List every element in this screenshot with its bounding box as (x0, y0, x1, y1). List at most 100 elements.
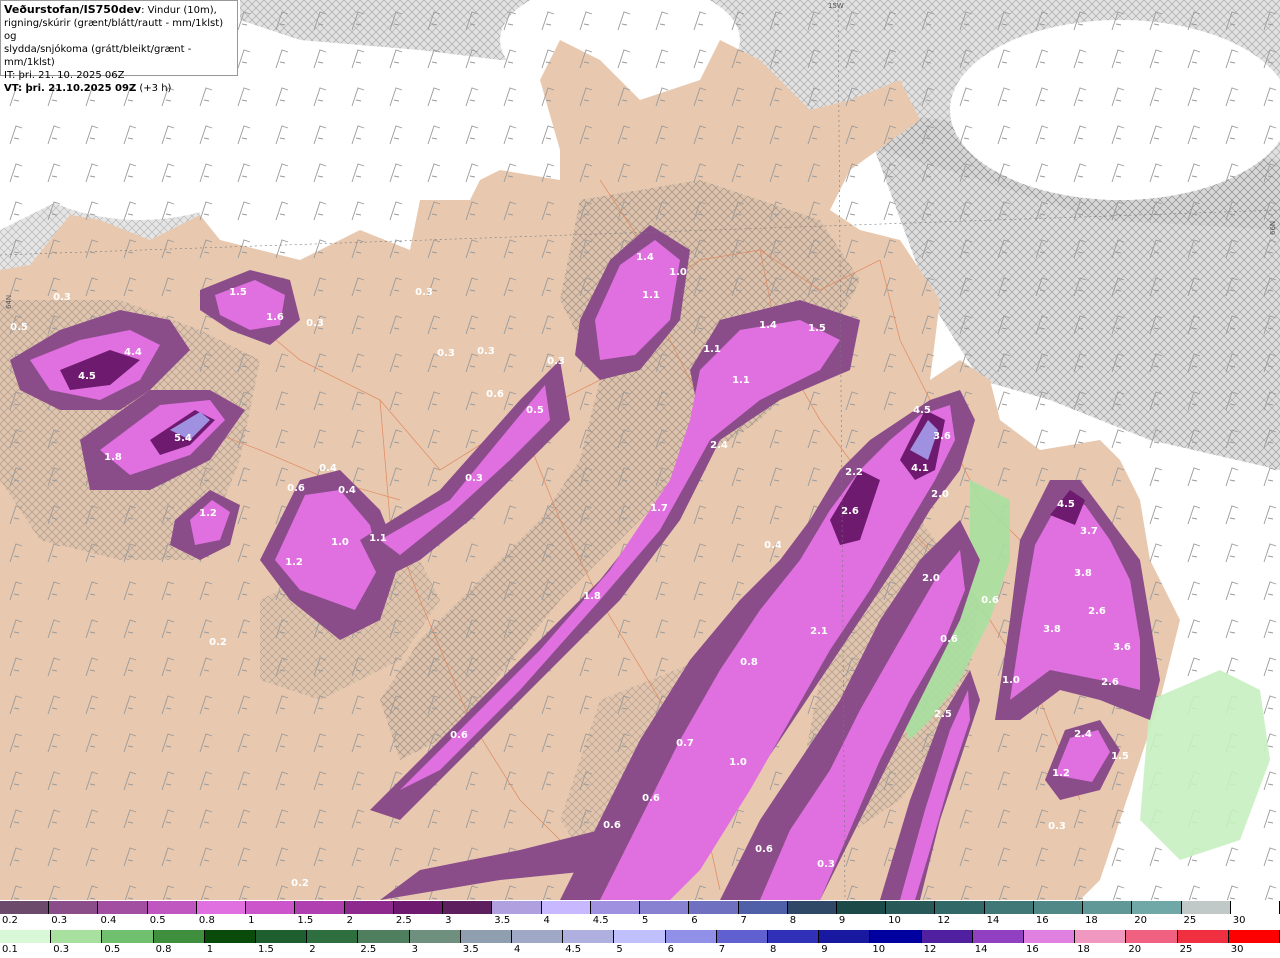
legend-label: 2.5 (395, 915, 412, 926)
precip-value-label: 0.3 (306, 318, 324, 329)
precip-value-label: 1.1 (642, 290, 660, 301)
precip-value-label: 3.6 (1113, 642, 1131, 653)
legend-label: 9 (838, 915, 846, 926)
legend-swatch (1075, 930, 1127, 943)
legend-swatch (1126, 930, 1178, 943)
precip-value-label: 1.8 (583, 591, 601, 602)
legend-label: 3.5 (494, 915, 511, 926)
legend-swatch (204, 930, 257, 943)
legend-label: 7 (740, 915, 747, 926)
legend-label: 25 (1179, 944, 1193, 955)
precip-value-label: 2.2 (845, 467, 863, 478)
legend-label: 6 (667, 944, 674, 955)
legend-swatch (1177, 930, 1229, 943)
legend-label: 4.5 (565, 944, 582, 955)
legend-label: 0.8 (155, 944, 172, 955)
lat-label-right: 66N (1269, 221, 1277, 235)
legend-label: 5 (616, 944, 623, 955)
legend-swatch (307, 930, 359, 943)
precip-value-label: 0.3 (465, 473, 483, 484)
legend-label: 1 (248, 915, 255, 926)
legend-snow: 0.2 0.3 0.4 0.5 0.8 1 1.5 2 2.5 3 3.5 4 4.5 5 6 7 8 9 10 12… (0, 901, 1280, 928)
legend-label: 20 (1134, 915, 1148, 926)
precip-value-label: 1.4 (759, 320, 777, 331)
legend-swatch (870, 930, 922, 943)
precip-value-label: 2.6 (841, 506, 859, 517)
legend-label: 25 (1183, 915, 1197, 926)
legend-swatch (358, 930, 410, 943)
precip-value-label: 0.6 (603, 820, 621, 831)
legend-label: 4.5 (592, 915, 609, 926)
legend-swatch (590, 901, 641, 914)
legend-swatch (196, 901, 247, 914)
legend-swatch (512, 930, 564, 943)
legend-label: 20 (1128, 944, 1142, 955)
legend-swatch (738, 901, 788, 914)
precip-value-label: 3.8 (1043, 624, 1061, 635)
valid-offset: (+3 h) (136, 83, 172, 94)
legend-swatch (541, 901, 591, 914)
precip-value-label: 4.5 (78, 371, 96, 382)
legend-label: 12 (937, 915, 951, 926)
precip-value-label: 0.4 (338, 485, 356, 496)
legend-label: 1.5 (258, 944, 274, 955)
legend-swatch (921, 930, 973, 943)
precip-value-label: 1.1 (732, 375, 750, 386)
legend-label: 0.4 (100, 915, 117, 926)
precip-value-label: 0.6 (981, 595, 999, 606)
legend-swatch (689, 901, 739, 914)
precip-value-label: 1.5 (1111, 751, 1129, 762)
legend-label: 10 (888, 915, 901, 926)
precip-value-label: 0.6 (642, 793, 660, 804)
precip-value-label: 2.0 (922, 573, 940, 584)
precip-value-label: 0.3 (1048, 821, 1066, 832)
legend-swatch (972, 930, 1025, 943)
precip-value-label: 0.6 (287, 483, 305, 494)
desc-line-1: : Vindur (10m), (141, 5, 217, 16)
precip-value-label: 2.6 (1101, 677, 1119, 688)
legend-label: 0.8 (198, 915, 215, 926)
precip-value-label: 0.3 (415, 287, 433, 298)
legend-label: 0.5 (149, 915, 166, 926)
legend-label: 30 (1232, 915, 1246, 926)
legend-label: 0.1 (2, 944, 18, 955)
precip-value-label: 1.0 (729, 757, 747, 768)
legend-swatch (768, 930, 820, 943)
precip-value-label: 1.0 (331, 537, 349, 548)
precip-value-label: 0.4 (319, 463, 337, 474)
precip-value-label: 1.5 (229, 287, 247, 298)
legend-rain-labels: 0.1 0.3 0.5 0.8 1 1.5 2 2.5 3 3.5 4 4.5 5 6 7 8 9 10 12 14 1… (0, 943, 1280, 957)
precip-value-label: 3.6 (933, 431, 951, 442)
legend-swatch (393, 901, 444, 914)
legend-label: 3.5 (462, 944, 479, 955)
legend-rain: 0.1 0.3 0.5 0.8 1 1.5 2 2.5 3 3.5 4 4.5 5 6 7 8 9 10 12 14 1… (0, 930, 1280, 957)
precip-value-label: 2.6 (1088, 606, 1106, 617)
precip-value-label: 0.3 (53, 292, 71, 303)
legend-swatch (256, 930, 308, 943)
legend-swatch (1230, 901, 1280, 914)
legend-swatch (886, 901, 936, 914)
map-canvas: 15W 66N 64N 0.5 0.3 4.4 4.5 1.5 1.6 0.3 5.4 1.8 1… (0, 0, 1280, 900)
legend-swatch (640, 901, 690, 914)
precip-value-label: 1.8 (104, 452, 122, 463)
legend-swatch (51, 930, 103, 943)
precip-value-label: 1.4 (636, 252, 654, 263)
precip-value-label: 0.3 (477, 346, 495, 357)
lon-label: 15W (828, 2, 844, 10)
precip-value-label: 2.4 (1074, 729, 1092, 740)
info-panel: Veðurstofan/IS750dev: Vindur (10m), rign… (0, 0, 238, 94)
legend-swatch (1033, 901, 1084, 914)
precip-value-label: 1.7 (650, 503, 668, 514)
weather-map: 15W 66N 64N 0.5 0.3 4.4 4.5 1.5 1.6 0.3 5.4 1.8 1… (0, 0, 1280, 900)
legend-snow-bar (0, 901, 1280, 914)
precip-value-label: 4.1 (911, 463, 929, 474)
legend-label: 0.3 (53, 944, 70, 955)
legend-label: 1 (206, 944, 214, 955)
precip-value-label: 0.6 (940, 634, 958, 645)
precip-value-label: 2.1 (810, 626, 828, 637)
legend-label: 18 (1085, 915, 1098, 926)
legend-swatch (147, 901, 197, 914)
legend-label: 3 (445, 915, 452, 926)
legend-label: 4 (514, 944, 521, 955)
legend-snow-labels: 0.2 0.3 0.4 0.5 0.8 1 1.5 2 2.5 3 3.5 4 4.5 5 6 7 8 9 10 12… (0, 914, 1280, 928)
